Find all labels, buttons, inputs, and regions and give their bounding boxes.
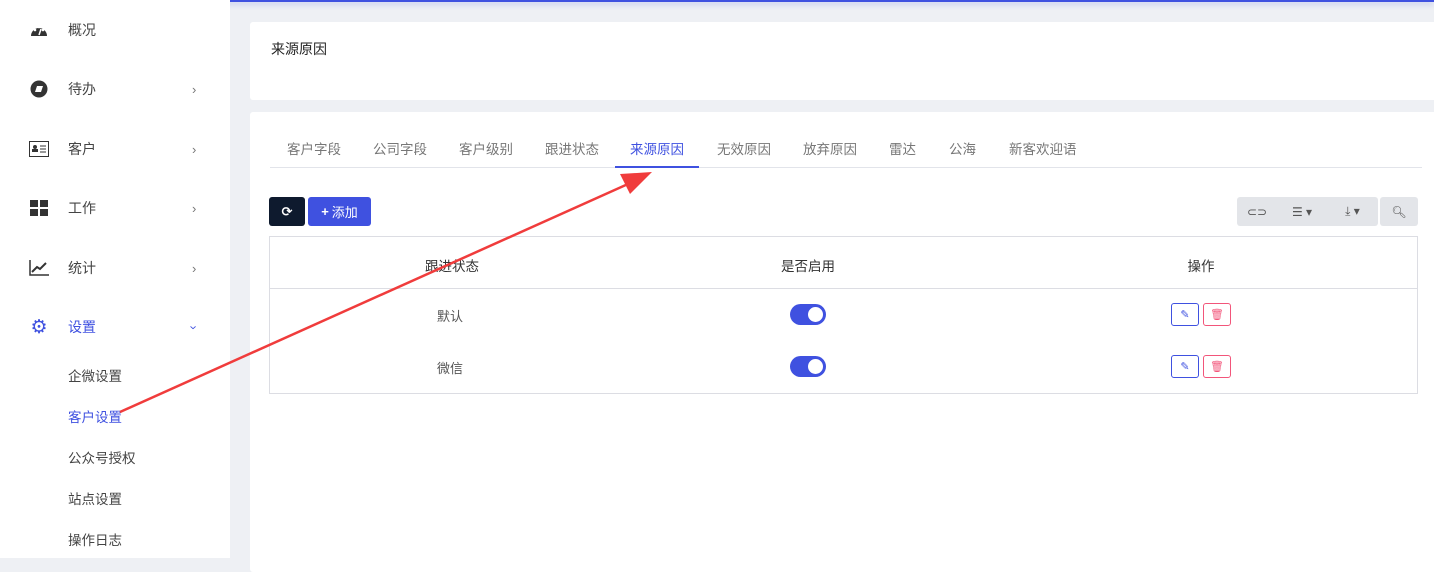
trash-icon: 🗑︎ xyxy=(1210,309,1224,321)
plus-icon: + xyxy=(321,204,329,219)
tab-welcome-message[interactable]: 新客欢迎语 xyxy=(1009,134,1077,168)
row-name: 默认 xyxy=(436,309,464,324)
chevron-down-icon: › xyxy=(186,324,202,330)
search-button[interactable]: 🔍︎ xyxy=(1380,197,1418,226)
chevron-right-icon: › xyxy=(192,200,197,216)
sidebar-item-overview[interactable]: 概况 xyxy=(0,20,230,40)
sidebar-item-settings[interactable]: ⚙ 设置 › xyxy=(0,316,230,338)
header-card: 来源原因 xyxy=(250,22,1434,100)
content-card: 客户字段 公司字段 客户级别 跟进状态 来源原因 无效原因 放弃原因 雷达 公海… xyxy=(250,112,1434,572)
page-title: 来源原因 xyxy=(271,41,327,57)
pencil-icon: ✎ xyxy=(1180,309,1190,321)
tab-radar[interactable]: 雷达 xyxy=(889,134,916,168)
enabled-toggle[interactable] xyxy=(790,304,826,325)
refresh-icon: ⟳ xyxy=(281,203,293,219)
column-header-follow-status: 跟进状态 xyxy=(425,259,479,274)
sidebar-subitem-operation-log[interactable]: 操作日志 xyxy=(68,529,122,549)
search-icon: 🔍︎ xyxy=(1391,204,1407,219)
trash-icon: 🗑︎ xyxy=(1210,361,1224,373)
sidebar-item-statistics[interactable]: 统计 › xyxy=(0,258,230,278)
sidebar-item-work[interactable]: 工作 › xyxy=(0,198,230,218)
grid-icon xyxy=(29,198,49,218)
delete-button[interactable]: 🗑︎ xyxy=(1203,355,1231,378)
list-icon: ☰ ▾ xyxy=(1291,204,1313,219)
line-chart-icon xyxy=(29,258,49,278)
download-icon: ⤓ ▾ xyxy=(1345,204,1360,218)
tab-abandon-reason[interactable]: 放弃原因 xyxy=(803,134,857,168)
chevron-right-icon: › xyxy=(192,260,197,276)
sidebar-subitem-site-settings[interactable]: 站点设置 xyxy=(68,488,122,508)
tab-customer-level[interactable]: 客户级别 xyxy=(459,134,513,168)
tab-customer-fields[interactable]: 客户字段 xyxy=(287,134,341,168)
export-dropdown-button[interactable]: ⤓ ▾ xyxy=(1327,197,1378,226)
edit-button[interactable]: ✎ xyxy=(1171,355,1199,378)
columns-dropdown-button[interactable]: ☰ ▾ xyxy=(1277,197,1327,226)
toggle-view-button[interactable]: ⊂⊃ xyxy=(1237,197,1277,226)
tab-follow-status[interactable]: 跟进状态 xyxy=(545,134,599,168)
tab-invalid-reason[interactable]: 无效原因 xyxy=(717,134,771,168)
add-button[interactable]: + 添加 xyxy=(308,197,371,226)
column-header-enabled: 是否启用 xyxy=(781,259,835,274)
enabled-toggle[interactable] xyxy=(790,356,826,377)
sidebar-subitem-official-account-auth[interactable]: 公众号授权 xyxy=(68,447,136,467)
edit-button[interactable]: ✎ xyxy=(1171,303,1199,326)
toggle-icon: ⊂⊃ xyxy=(1246,204,1268,219)
sidebar-item-todo[interactable]: 待办 › xyxy=(0,79,230,99)
data-table: 跟进状态 是否启用 操作 默认 ✎ 🗑︎ 微信 ✎ 🗑︎ xyxy=(269,236,1418,394)
sidebar: 概况 待办 › 客户 › 工作 › 统计 › ⚙ 设置 › 企微设置 客户设置 … xyxy=(0,0,230,558)
compass-icon xyxy=(29,79,49,99)
chevron-right-icon: › xyxy=(192,81,197,97)
gear-icon: ⚙ xyxy=(30,316,48,338)
id-card-icon xyxy=(29,139,49,159)
row-name: 微信 xyxy=(436,361,464,376)
delete-button[interactable]: 🗑︎ xyxy=(1203,303,1231,326)
tab-company-fields[interactable]: 公司字段 xyxy=(373,134,427,168)
tab-source-reason[interactable]: 来源原因 xyxy=(615,134,699,168)
pencil-icon: ✎ xyxy=(1180,361,1190,373)
column-header-actions: 操作 xyxy=(1187,259,1215,274)
sidebar-item-customers[interactable]: 客户 › xyxy=(0,139,230,159)
tab-bar: 客户字段 公司字段 客户级别 跟进状态 来源原因 无效原因 放弃原因 雷达 公海… xyxy=(270,134,1422,168)
chevron-right-icon: › xyxy=(192,141,197,157)
tab-public-pool[interactable]: 公海 xyxy=(949,134,976,168)
sidebar-subitem-wecom-settings[interactable]: 企微设置 xyxy=(68,365,122,385)
header-divider xyxy=(270,288,1417,289)
refresh-button[interactable]: ⟳ xyxy=(269,197,305,226)
sidebar-subitem-customer-settings[interactable]: 客户设置 xyxy=(68,406,122,426)
dashboard-icon xyxy=(29,20,49,40)
